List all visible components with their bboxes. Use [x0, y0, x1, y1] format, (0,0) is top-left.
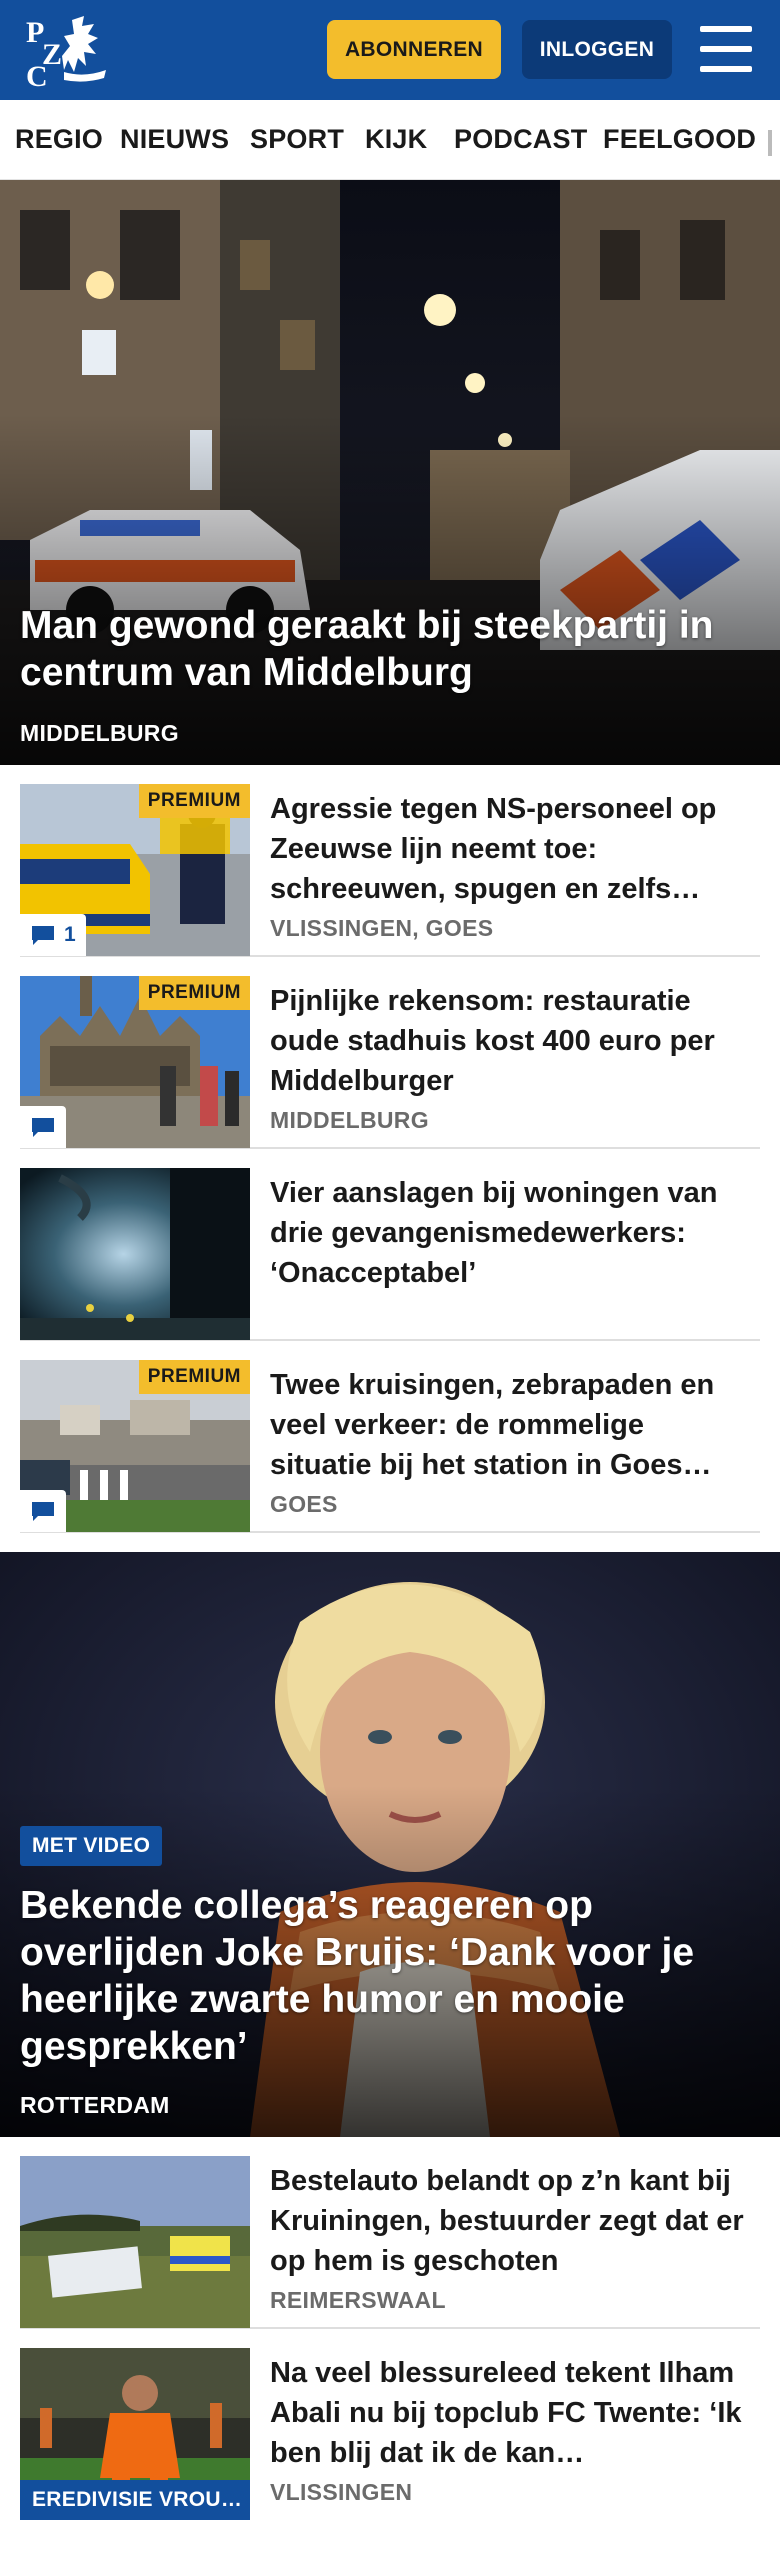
login-button[interactable]: INLOGGEN [522, 20, 672, 79]
article-row-attacks[interactable]: Vier aanslagen bij woningen van drie gev… [20, 1149, 760, 1341]
hero-location: MIDDELBURG [20, 720, 179, 746]
comment-badge[interactable] [20, 1490, 66, 1532]
nav-item-feelgood[interactable]: FEELGOOD [603, 124, 756, 155]
nav-item-regio[interactable]: REGIO [15, 124, 103, 155]
article-thumbnail: PREMIUM 1 [20, 784, 250, 956]
hero-title[interactable]: Man gewond geraakt bij steekpartij in ce… [20, 602, 760, 696]
comment-badge[interactable] [20, 1106, 66, 1148]
premium-badge: PREMIUM [138, 976, 250, 1010]
svg-text:C: C [26, 60, 48, 88]
nav-item-nieuws[interactable]: NIEUWS [120, 124, 229, 155]
article-row-abali[interactable]: EREDIVISIE VROU… Na veel blessureleed te… [20, 2329, 760, 2521]
article-title[interactable]: Bestelauto belandt op z’n kant bij Kruin… [270, 2161, 750, 2281]
article-location: VLISSINGEN [270, 2479, 413, 2505]
article-thumbnail: PREMIUM [20, 976, 250, 1148]
video-badge: MET VIDEO [20, 1826, 163, 1866]
article-thumbnail: PREMIUM [20, 1360, 250, 1532]
article-row-ns-aggression[interactable]: PREMIUM 1 Agressie tegen NS-personeel op… [20, 765, 760, 957]
article-thumbnail [20, 1168, 250, 1340]
hero-location: ROTTERDAM [20, 2092, 170, 2118]
nav-item-podcast[interactable]: PODCAST [454, 124, 587, 155]
hero-gradient-overlay [0, 414, 780, 765]
article-title[interactable]: Twee kruisingen, zebrapaden en veel verk… [270, 1365, 750, 1485]
article-row-town-hall[interactable]: PREMIUM Pijnlijke rekensom: restauratie … [20, 957, 760, 1149]
article-location: REIMERSWAAL [270, 2287, 446, 2313]
article-thumbnail [20, 2156, 250, 2328]
article-title[interactable]: Agressie tegen NS-personeel op Zeeuwse l… [270, 789, 750, 909]
article-row-goes-station[interactable]: PREMIUM Twee kruisingen, zebrapaden en v… [20, 1341, 760, 1533]
article-title[interactable]: Vier aanslagen bij woningen van drie gev… [270, 1173, 750, 1293]
comment-icon [32, 1502, 54, 1521]
pzc-logo[interactable]: P Z C [24, 12, 114, 93]
top-header: P Z C ABONNEREN INLOGGEN [0, 0, 780, 100]
section-nav: REGIO NIEUWS SPORT KIJK PODCAST FEELGOOD [0, 100, 780, 180]
nav-item-sport[interactable]: SPORT [250, 124, 344, 155]
hero-title[interactable]: Bekende collega’s reageren op overlijden… [20, 1882, 760, 2070]
article-title[interactable]: Na veel blessureleed tekent Ilham Abali … [270, 2353, 750, 2473]
premium-badge: PREMIUM [138, 784, 250, 818]
hero-article-stabbing[interactable]: Man gewond geraakt bij steekpartij in ce… [0, 180, 780, 765]
article-thumbnail: EREDIVISIE VROU… [20, 2348, 250, 2520]
category-label: EREDIVISIE VROU… [20, 2480, 250, 2520]
premium-badge: PREMIUM [138, 1360, 250, 1394]
article-location: VLISSINGEN, GOES [270, 915, 494, 941]
comment-count: 1 [64, 923, 76, 946]
nav-overflow-indicator [768, 130, 772, 156]
subscribe-button[interactable]: ABONNEREN [327, 20, 501, 79]
article-location: MIDDELBURG [270, 1107, 429, 1133]
article-title[interactable]: Pijnlijke rekensom: restauratie oude sta… [270, 981, 750, 1101]
hamburger-menu-icon[interactable] [700, 26, 752, 72]
nav-item-kijk[interactable]: KIJK [365, 124, 427, 155]
comment-icon [32, 926, 54, 945]
comment-badge[interactable]: 1 [20, 914, 86, 956]
hero-article-joke-bruijs[interactable]: MET VIDEO Bekende collega’s reageren op … [0, 1552, 780, 2137]
article-location: GOES [270, 1491, 338, 1517]
article-row-van-crash[interactable]: Bestelauto belandt op z’n kant bij Kruin… [20, 2137, 760, 2329]
comment-icon [32, 1118, 54, 1137]
